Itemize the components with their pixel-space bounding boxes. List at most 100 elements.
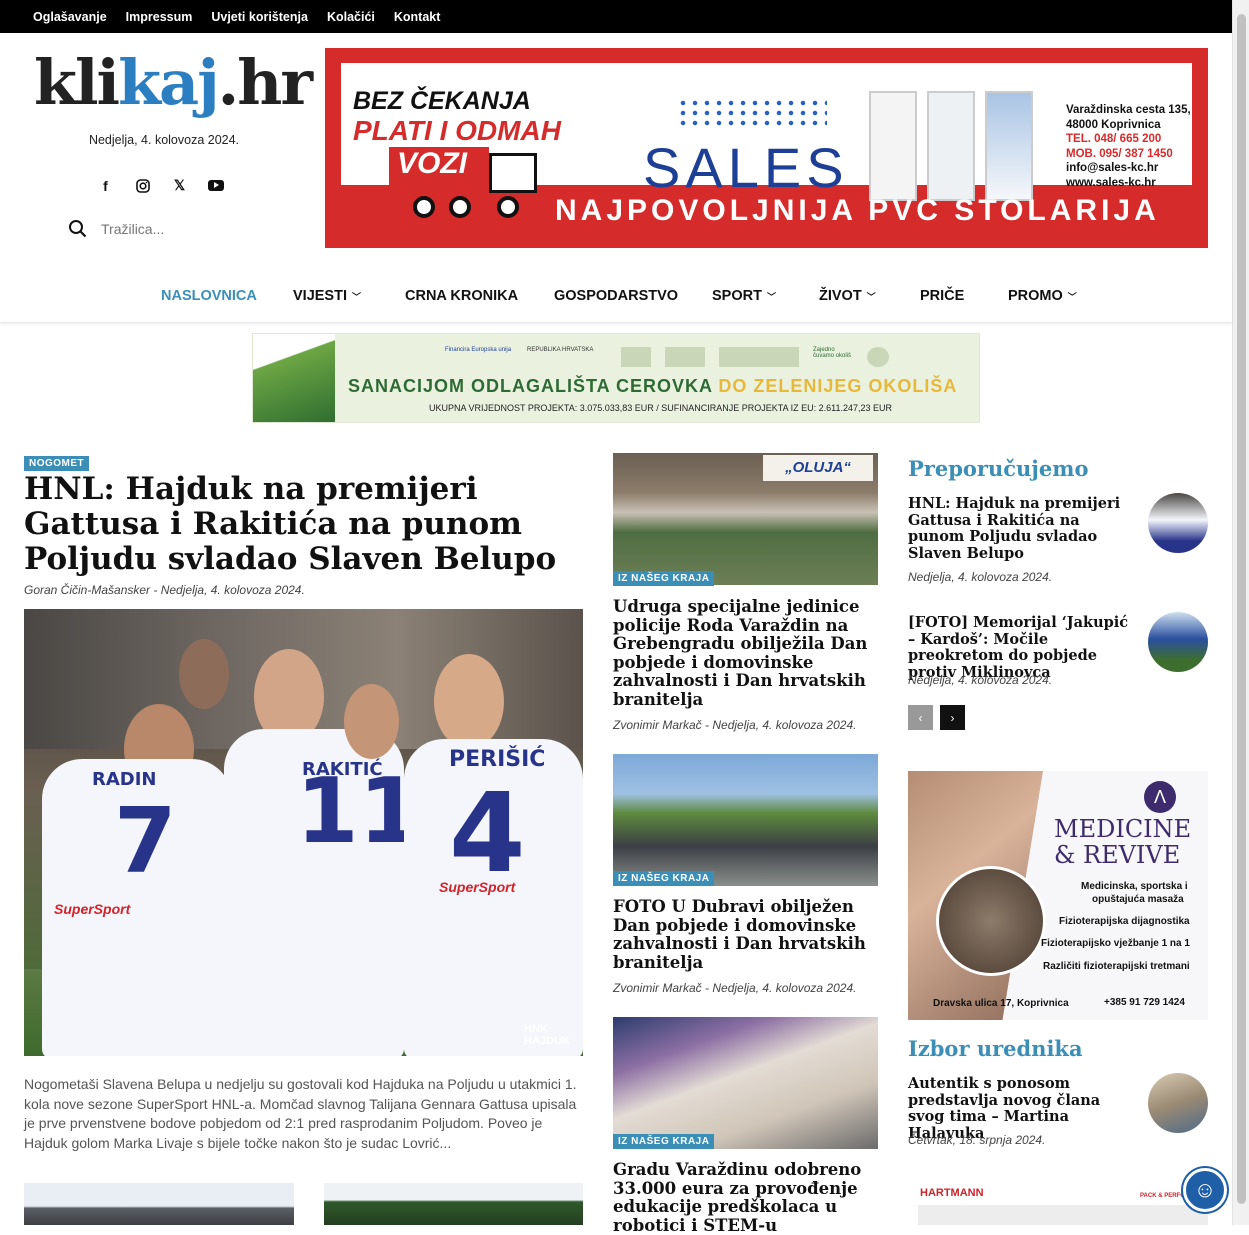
recommended-title[interactable]: HNL: Hajduk na premijeri Gattusa i Rakit… [908, 495, 1138, 562]
tag-label: NOGOMET [24, 456, 90, 471]
topbar-link-impressum[interactable]: Impressum [126, 10, 193, 24]
youtube-icon[interactable] [208, 180, 224, 191]
chevron-down-icon: ﹀ [766, 292, 776, 302]
nav-label: SPORT [712, 288, 762, 304]
ad-brand-line-1: MEDICINE [1054, 815, 1192, 843]
ad-address-1: Varaždinska cesta 135, [1066, 104, 1191, 116]
ad-mid-title: SANACIJOM ODLAGALIŠTA CEROVKA DO ZELENIJ… [348, 376, 957, 397]
ad-line-1: BEZ ČEKANJA [353, 87, 531, 115]
card-title[interactable]: Gradu Varaždinu odobreno 33.000 eura za … [613, 1160, 878, 1235]
scrollbar-thumb[interactable] [1237, 14, 1246, 1204]
nav-label: PROMO [1008, 288, 1063, 304]
author[interactable]: Zvonimir Markač [613, 718, 702, 732]
jersey-name-mid: RAKITIĆ [302, 759, 383, 780]
article-thumb[interactable] [324, 1183, 583, 1225]
card-tag[interactable]: IZ NAŠEG KRAJA [613, 871, 715, 886]
article-image-dubrava[interactable] [613, 754, 878, 886]
date: Nedjelja, 4. kolovoza 2024. [160, 583, 305, 597]
wheel-icon [449, 196, 471, 218]
date: Nedjelja, 4. kolovoza 2024. [712, 981, 857, 995]
nav-item-crna-kronika[interactable]: CRNA KRONIKA [405, 288, 518, 304]
croatia-logo: REPUBLIKA HRVATSKA [527, 347, 594, 353]
player-head [344, 684, 399, 759]
ad-contact: Varaždinska cesta 135, 48000 Koprivnica … [1066, 103, 1191, 190]
recommended-thumb[interactable] [1148, 612, 1208, 672]
logo-shape [665, 347, 705, 367]
card-title[interactable]: Udruga specijalne jedinice policije Roda… [613, 597, 878, 709]
hartmann-logo: HARTMANN [920, 1187, 984, 1199]
ad-line-2: PLATI I ODMAH [353, 115, 561, 146]
scrollbar[interactable] [1232, 0, 1249, 1225]
main-excerpt: Nogometaši Slavena Belupa u nedjelju su … [24, 1076, 577, 1151]
ad-web: www.sales-kc.hr [1066, 176, 1156, 189]
card-meta: Zvonimir Markač - Nedjelja, 4. kolovoza … [613, 981, 857, 995]
next-button[interactable]: › [940, 705, 965, 730]
nav-item-vijesti[interactable]: VIJESTI ﹀ [293, 288, 361, 304]
nav-item-sport[interactable]: SPORT ﹀ [712, 288, 776, 304]
main-headline[interactable]: HNL: Hajduk na premijeri Gattusa i Rakit… [24, 472, 584, 577]
window-image [985, 91, 1033, 201]
x-icon[interactable]: 𝕏 [171, 177, 188, 194]
nav-label: VIJESTI [293, 288, 347, 304]
chevron-left-icon: ‹ [918, 710, 923, 725]
nav-item-zivot[interactable]: ŽIVOT ﹀ [819, 288, 876, 304]
prev-button[interactable]: ‹ [908, 705, 933, 730]
banner-ad-hartmann[interactable]: HARTMANN PACK & PERFO [918, 1183, 1208, 1225]
wheel-icon [497, 196, 519, 218]
nav-item-promo[interactable]: PROMO ﹀ [1008, 288, 1077, 304]
topbar-link-uvjeti[interactable]: Uvjeti korištenja [211, 10, 308, 24]
accessibility-button[interactable]: ☺ [1183, 1168, 1227, 1212]
chevron-down-icon: ﹀ [866, 292, 876, 302]
card-tag[interactable]: IZ NAŠEG KRAJA [613, 571, 715, 586]
topbar-link-kontakt[interactable]: Kontakt [394, 10, 441, 24]
logo-shape [719, 347, 799, 367]
card-tag[interactable]: IZ NAŠEG KRAJA [613, 1134, 715, 1149]
topbar-link-kolacici[interactable]: Kolačići [327, 10, 375, 24]
accessibility-icon: ☺ [1193, 1177, 1217, 1202]
editors-date: Četvrtak, 18. srpnja 2024. [908, 1133, 1046, 1147]
eu-logo: Financira Europska unija [445, 347, 512, 353]
search-icon[interactable] [68, 219, 87, 238]
banner-ad-medicine-revive[interactable]: Λ MEDICINE & REVIVE Medicinska, sportska … [908, 771, 1208, 1020]
card-title[interactable]: FOTO U Dubravi obilježen Dan pobjede i d… [613, 897, 878, 972]
sponsor-logos: Financira Europska unija REPUBLIKA HRVAT… [445, 347, 889, 367]
article-image-robotika[interactable] [613, 1017, 878, 1149]
ad-tel: TEL. 048/ 665 200 [1066, 133, 1162, 145]
nav-item-gospodarstvo[interactable]: GOSPODARSTVO [554, 288, 678, 304]
recommended-thumb[interactable] [1148, 493, 1208, 553]
category-tag[interactable]: NOGOMET [24, 453, 90, 471]
search-bar [68, 219, 251, 238]
ad-brand: SALES [643, 136, 849, 199]
nav-label: ŽIVOT [819, 288, 862, 304]
jersey-number-right: 4 [449, 769, 526, 897]
ad-brand-line-2: & REVIVE [1054, 841, 1181, 869]
nav-item-price[interactable]: PRIČE [920, 288, 964, 304]
site-logo[interactable]: klikaj.hr [34, 52, 313, 114]
editors-thumb[interactable] [1148, 1073, 1208, 1133]
nav-item-naslovnica[interactable]: NASLOVNICA [161, 288, 257, 304]
ad-service: Fizioterapijsko vježbanje 1 na 1 [1041, 938, 1190, 949]
ad-phone: +385 91 729 1424 [1104, 997, 1185, 1008]
main-article-image[interactable]: 7 RADIN 11 RAKITIĆ 4 PERIŠIĆ SuperSport … [24, 609, 583, 1056]
ad-tag: PACK & PERFO [1140, 1193, 1185, 1199]
ad-service: Fizioterapijska dijagnostika [1059, 916, 1190, 927]
social-links: f 𝕏 [97, 177, 224, 194]
ad-inner: BEZ ČEKANJA PLATI I ODMAH VOZI SALES Var… [341, 63, 1192, 201]
facebook-icon[interactable]: f [97, 177, 114, 194]
nav-label: CRNA KRONIKA [405, 288, 519, 304]
instagram-icon[interactable] [134, 177, 151, 194]
author[interactable]: Zvonimir Markač [613, 981, 702, 995]
logo-text-2: kaj [118, 46, 220, 119]
topbar-link-oglasavanje[interactable]: Oglašavanje [33, 10, 107, 24]
brand-logo-icon: Λ [1144, 781, 1176, 813]
player-head [434, 654, 504, 749]
author[interactable]: Goran Čičin-Mašansker [24, 583, 150, 597]
article-thumb[interactable] [24, 1183, 294, 1225]
banner-ad-sales[interactable]: BEZ ČEKANJA PLATI I ODMAH VOZI SALES Var… [325, 48, 1208, 248]
search-input[interactable] [101, 220, 251, 237]
banner-ad-cerovka[interactable]: Financira Europska unija REPUBLIKA HRVAT… [252, 333, 980, 423]
wheel-icon [413, 196, 435, 218]
chevron-down-icon: ﹀ [352, 292, 362, 302]
article-image-oluja[interactable]: „OLUJA“ [613, 453, 878, 585]
recommended-title[interactable]: [FOTO] Memorijal ‘Jakupić – Kardoš’: Moč… [908, 614, 1138, 681]
